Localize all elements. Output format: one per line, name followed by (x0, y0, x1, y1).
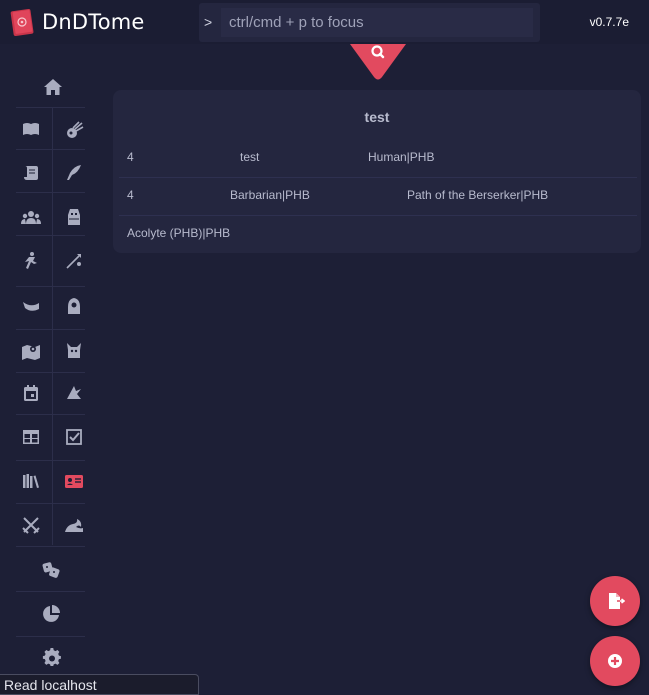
class-level: 4 (127, 188, 134, 202)
home-icon[interactable] (36, 70, 70, 104)
scroll-icon[interactable] (14, 156, 48, 190)
divider (52, 108, 53, 545)
divider (16, 503, 85, 504)
hooded-icon[interactable] (57, 289, 91, 323)
book-logo-icon (10, 8, 34, 37)
divider (16, 546, 85, 547)
divider (16, 591, 85, 592)
import-button[interactable] (590, 576, 640, 626)
divider (16, 460, 85, 461)
id-card-icon[interactable] (57, 464, 91, 498)
feather-icon[interactable] (57, 156, 91, 190)
demon-icon[interactable] (57, 334, 91, 368)
character-name: test (364, 109, 390, 125)
player-name: test (240, 150, 260, 164)
character-class: Barbarian|PHB (230, 188, 310, 202)
divider (16, 329, 85, 330)
divider (16, 286, 85, 287)
monster-icon[interactable] (57, 200, 91, 234)
app-version: v0.7.7e (589, 15, 629, 29)
file-import-icon (609, 593, 625, 609)
dice-icon[interactable] (34, 552, 68, 586)
arrow-icon[interactable] (57, 244, 91, 278)
table-row: 4 Barbarian|PHB Path of the Berserker|PH… (119, 176, 637, 214)
divider (16, 414, 85, 415)
divider (16, 372, 85, 373)
omnibox: > (199, 3, 540, 42)
person-icon[interactable] (14, 244, 48, 278)
add-button[interactable] (590, 636, 640, 686)
books-icon[interactable] (14, 464, 48, 498)
table-row: 4 test Human|PHB (119, 138, 637, 176)
chart-pie-icon[interactable] (34, 597, 68, 631)
omnibox-prompt: > (204, 14, 213, 30)
checkbox-icon[interactable] (57, 420, 91, 454)
calendar-icon[interactable] (14, 376, 48, 410)
app-logo[interactable]: DnDTome (10, 7, 145, 37)
horn-icon[interactable] (14, 289, 48, 323)
sidebar (0, 64, 100, 684)
character-card[interactable]: test 4 test Human|PHB 4 Barbarian|PHB Pa… (113, 90, 641, 253)
rune-icon[interactable] (57, 376, 91, 410)
divider (16, 192, 85, 193)
users-icon[interactable] (14, 200, 48, 234)
table-row: Acolyte (PHB)|PHB (119, 214, 637, 252)
app-root: DnDTome > v0.7.7e (0, 0, 649, 695)
plus-circle-icon (608, 654, 622, 668)
wave-icon[interactable] (57, 508, 91, 542)
top-bar: DnDTome > v0.7.7e (0, 0, 649, 44)
divider (16, 235, 85, 236)
table-icon[interactable] (14, 420, 48, 454)
search-tab[interactable] (350, 44, 406, 80)
crossed-swords-icon[interactable] (14, 508, 48, 542)
divider (16, 149, 85, 150)
map-icon[interactable] (14, 334, 48, 368)
character-level: 4 (127, 150, 134, 164)
status-bar: Read localhost (0, 674, 199, 695)
divider (16, 636, 85, 637)
spellbook-icon[interactable] (14, 112, 48, 146)
omnibox-input[interactable] (221, 8, 533, 37)
character-background: Acolyte (PHB)|PHB (127, 226, 231, 240)
divider (16, 107, 85, 108)
app-name: DnDTome (42, 10, 145, 34)
meteor-icon[interactable] (57, 114, 91, 148)
character-subclass: Path of the Berserker|PHB (407, 188, 549, 202)
character-race: Human|PHB (368, 150, 435, 164)
gear-icon[interactable] (35, 641, 69, 675)
